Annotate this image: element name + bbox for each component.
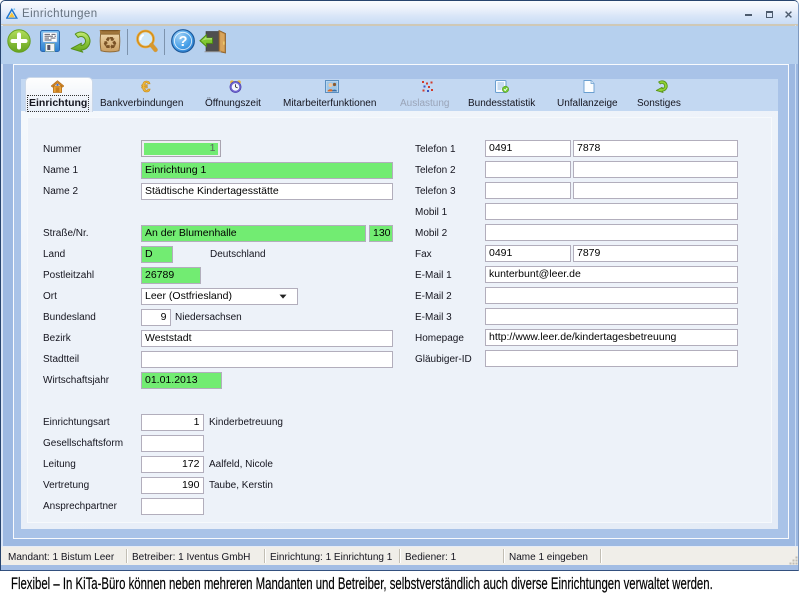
- svg-text:€: €: [142, 79, 151, 94]
- svg-text:?: ?: [179, 34, 188, 50]
- svg-text:♻: ♻: [102, 34, 117, 53]
